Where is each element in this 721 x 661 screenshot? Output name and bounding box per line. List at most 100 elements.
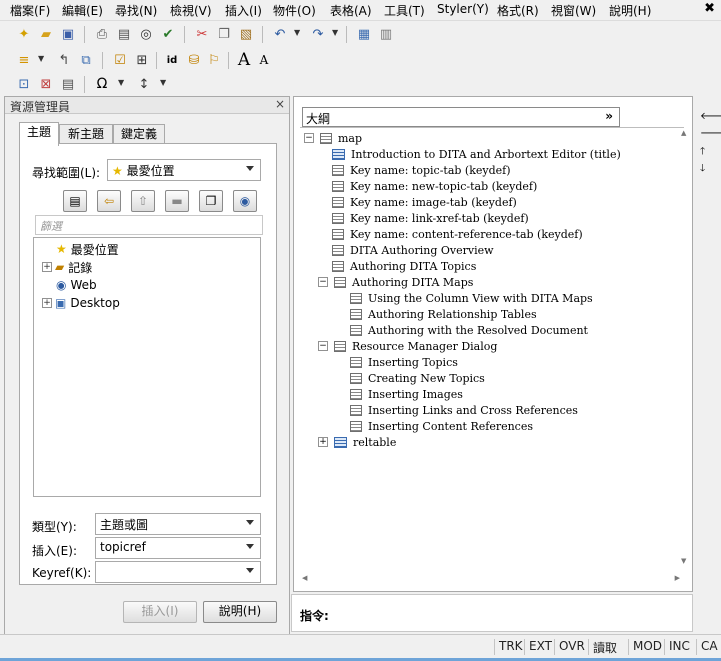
menu-help[interactable]: 說明(H): [609, 2, 651, 19]
expand-icon[interactable]: +: [42, 262, 52, 272]
outline-row[interactable]: DITA Authoring Overview: [332, 242, 494, 258]
outline-row[interactable]: Authoring Relationship Tables: [350, 306, 537, 322]
tree-item-desktop[interactable]: + ▣ Desktop: [42, 294, 120, 312]
insert-element-dropdown-icon[interactable]: ▼: [38, 54, 44, 63]
insert-symbol-dropdown-icon[interactable]: ▼: [118, 78, 124, 87]
outline-row[interactable]: − Resource Manager Dialog: [318, 338, 497, 354]
font-smaller-button[interactable]: A: [254, 50, 274, 70]
table-view-icon[interactable]: ▦: [354, 24, 374, 44]
menu-tools[interactable]: 工具(T): [384, 2, 425, 19]
outline-row[interactable]: Authoring with the Resolved Document: [350, 322, 588, 338]
tab-key-definitions[interactable]: 鍵定義: [113, 124, 165, 145]
attributes-icon[interactable]: ☑: [110, 50, 130, 70]
filter-input[interactable]: 篩選: [35, 215, 263, 235]
outline-row[interactable]: Inserting Images: [350, 386, 463, 402]
menu-view[interactable]: 檢視(V): [170, 2, 212, 19]
print-icon[interactable]: ⎙: [92, 24, 112, 44]
close-icon[interactable]: ✖: [704, 1, 715, 16]
undo-dropdown-icon[interactable]: ▼: [294, 28, 300, 37]
find-binoculars-icon[interactable]: ◎: [136, 24, 156, 44]
outline-row[interactable]: Key name: content-reference-tab (keydef): [332, 226, 583, 242]
horizontal-scrollbar[interactable]: ◀ ▶: [300, 571, 684, 585]
undo-icon[interactable]: ↶: [270, 24, 290, 44]
scroll-down-icon[interactable]: ▼: [681, 557, 686, 565]
collapse-icon[interactable]: −: [318, 341, 328, 351]
tab-topics[interactable]: 主題: [19, 122, 59, 146]
arrow-right-icon[interactable]: 🡒: [700, 127, 721, 139]
insert-file-icon[interactable]: ▤: [58, 74, 78, 94]
expand-icon[interactable]: +: [42, 298, 52, 308]
view-list-icon[interactable]: ▤: [63, 190, 87, 212]
redo-icon[interactable]: ↷: [308, 24, 328, 44]
tab-new-topic[interactable]: 新主題: [59, 124, 113, 145]
cut-icon[interactable]: ✂: [192, 24, 212, 44]
save-icon[interactable]: ▣: [58, 24, 78, 44]
new-document-icon[interactable]: ✦: [14, 24, 34, 44]
vertical-scrollbar[interactable]: ▲ ▼: [678, 127, 692, 567]
menu-file[interactable]: 檔案(F): [10, 2, 50, 19]
outline-row[interactable]: Key name: new-topic-tab (keydef): [332, 178, 537, 194]
outline-row[interactable]: Inserting Content References: [350, 418, 533, 434]
up-folder-icon[interactable]: ⇧: [131, 190, 155, 212]
outline-row[interactable]: Key name: link-xref-tab (keydef): [332, 210, 529, 226]
outline-row[interactable]: Creating New Topics: [350, 370, 485, 386]
outline-row[interactable]: Authoring DITA Topics: [332, 258, 476, 274]
menu-object[interactable]: 物件(O): [273, 2, 316, 19]
insert-xref-icon[interactable]: ⛁: [184, 50, 204, 70]
menu-styler[interactable]: Styler(Y): [437, 2, 489, 16]
expand-icon[interactable]: +: [318, 437, 328, 447]
outline-header[interactable]: 大綱 »: [302, 107, 620, 127]
folder-icon[interactable]: ▬: [165, 190, 189, 212]
insert-symbol-button[interactable]: Ω: [92, 74, 112, 94]
keyref-select[interactable]: [95, 561, 261, 583]
outline-row[interactable]: Inserting Topics: [350, 354, 458, 370]
arrow-left-icon[interactable]: 🡐: [700, 110, 721, 122]
menu-table[interactable]: 表格(A): [330, 2, 372, 19]
tree-item-favorites[interactable]: ★ 最愛位置: [56, 240, 119, 258]
close-icon[interactable]: ×: [275, 97, 285, 111]
split-element-icon[interactable]: ⧉: [76, 50, 96, 70]
outline-row[interactable]: Introduction to DITA and Arbortext Edito…: [332, 146, 621, 162]
line-spacing-dropdown-icon[interactable]: ▼: [160, 78, 166, 87]
outline-row[interactable]: − map: [304, 130, 362, 146]
outline-row[interactable]: Using the Column View with DITA Maps: [350, 290, 593, 306]
insert-id-icon[interactable]: id: [162, 50, 182, 70]
insert-equation-icon[interactable]: ⊠: [36, 74, 56, 94]
insert-select[interactable]: topicref: [95, 537, 261, 559]
font-larger-button[interactable]: A: [234, 50, 254, 70]
scroll-right-icon[interactable]: ▶: [675, 574, 680, 582]
scroll-left-icon[interactable]: ◀: [302, 574, 307, 582]
command-line[interactable]: 指令:: [291, 594, 693, 632]
outline-row[interactable]: + reltable: [318, 434, 396, 450]
menu-window[interactable]: 視窗(W): [551, 2, 596, 19]
go-back-folder-icon[interactable]: ⇦: [97, 190, 121, 212]
menu-find[interactable]: 尋找(N): [115, 2, 157, 19]
outline-row[interactable]: − Authoring DITA Maps: [318, 274, 473, 290]
arrow-down-icon[interactable]: 🡓: [700, 161, 705, 178]
outline-row[interactable]: Inserting Links and Cross References: [350, 402, 578, 418]
collapse-panel-icon[interactable]: »: [605, 109, 613, 123]
document-map-icon[interactable]: ▥: [376, 24, 396, 44]
type-select[interactable]: 主題或圖: [95, 513, 261, 535]
collapse-icon[interactable]: −: [318, 277, 328, 287]
tree-item-history[interactable]: + ▰ 記錄: [42, 258, 92, 276]
web-globe-icon[interactable]: ◉: [233, 190, 257, 212]
scroll-up-icon[interactable]: ▲: [681, 129, 686, 137]
collapse-icon[interactable]: −: [304, 133, 314, 143]
arrow-up-icon[interactable]: 🡑: [700, 144, 705, 161]
copy-icon[interactable]: ❐: [214, 24, 234, 44]
line-spacing-icon[interactable]: ↕: [134, 74, 154, 94]
menu-insert[interactable]: 插入(I): [225, 2, 262, 19]
paste-icon[interactable]: ▧: [236, 24, 256, 44]
insert-graphic-icon[interactable]: ⊡: [14, 74, 34, 94]
tree-item-web[interactable]: ◉ Web: [56, 276, 97, 294]
new-document-icon[interactable]: ❐: [199, 190, 223, 212]
print-preview-icon[interactable]: ▤: [114, 24, 134, 44]
insert-button[interactable]: 插入(I): [123, 601, 197, 623]
menu-format[interactable]: 格式(R): [497, 2, 539, 19]
open-folder-icon[interactable]: ▰: [36, 24, 56, 44]
change-markup-icon[interactable]: ↰: [54, 50, 74, 70]
redo-dropdown-icon[interactable]: ▼: [332, 28, 338, 37]
outline-row[interactable]: Key name: image-tab (keydef): [332, 194, 517, 210]
modify-attributes-icon[interactable]: ⊞: [132, 50, 152, 70]
